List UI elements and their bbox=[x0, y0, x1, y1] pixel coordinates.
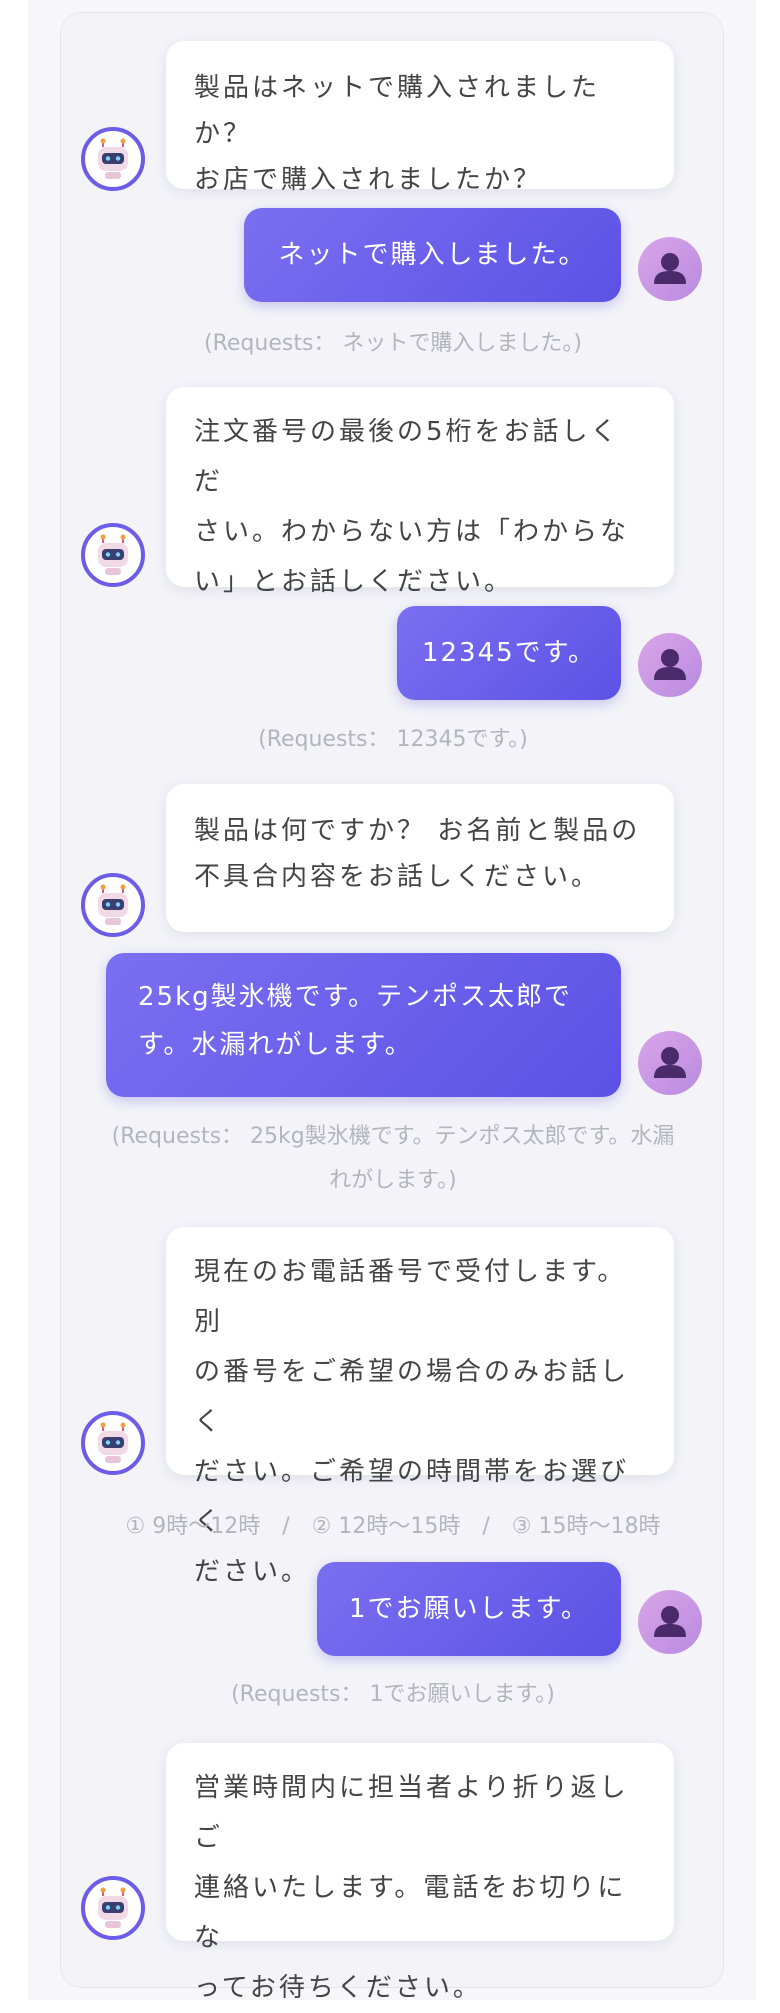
robot-icon bbox=[98, 884, 128, 925]
bot-message-bubble: 現在のお電話番号で受付します。別 の番号をご希望の場合のみお話しく ださい。ご希… bbox=[166, 1227, 674, 1587]
robot-icon bbox=[98, 534, 128, 575]
user-message-bubble: ネットで購入しました。 bbox=[244, 208, 621, 302]
bot-message-bubble: 製品はネットで購入されましたか？ お店で購入されましたか？ bbox=[166, 41, 674, 195]
bot-avatar bbox=[81, 873, 145, 937]
user-message-bubble: 1でお願いします。 bbox=[317, 1562, 621, 1656]
requests-echo: (Requests： ネットで購入しました。) bbox=[204, 331, 582, 356]
requests-echo: (Requests： 1でお願いします。) bbox=[231, 1682, 555, 1707]
person-icon bbox=[654, 1047, 686, 1078]
chat-panel[interactable]: 製品はネットで購入されましたか？ お店で購入されましたか？ ネットで購入しました… bbox=[60, 12, 724, 2003]
user-avatar bbox=[638, 633, 702, 697]
bot-avatar bbox=[81, 1876, 145, 1940]
person-icon bbox=[654, 1606, 686, 1637]
user-avatar bbox=[638, 237, 702, 301]
person-icon bbox=[654, 253, 686, 284]
robot-icon bbox=[98, 1422, 128, 1463]
requests-echo: (Requests： 25kg製氷機です。テンポス太郎です。水漏 れがします。) bbox=[111, 1124, 675, 1193]
bot-avatar bbox=[81, 127, 145, 191]
bot-message-bubble: 製品は何ですか？ お名前と製品の 不具合内容をお話しください。 bbox=[166, 784, 674, 932]
user-avatar bbox=[638, 1031, 702, 1095]
person-icon bbox=[654, 649, 686, 680]
user-message-bubble: 12345です。 bbox=[397, 606, 621, 700]
bot-message-bubble: 営業時間内に担当者より折り返しご 連絡いたします。電話をお切りにな ってお待ちく… bbox=[166, 1743, 674, 2003]
robot-icon bbox=[98, 138, 128, 179]
bot-avatar bbox=[81, 523, 145, 587]
bot-avatar bbox=[81, 1411, 145, 1475]
user-avatar bbox=[638, 1590, 702, 1654]
robot-icon bbox=[98, 1887, 128, 1928]
time-slot-options: ① 9時〜12時 / ② 12時〜15時 / ③ 15時〜18時 bbox=[125, 1514, 661, 1539]
user-message-bubble: 25kg製氷機です。テンポス太郎で す。水漏れがします。 bbox=[106, 953, 621, 1097]
requests-echo: (Requests： 12345です。) bbox=[258, 727, 528, 752]
bot-message-bubble: 注文番号の最後の5桁をお話しくだ さい。わからない方は「わからな い」とお話しく… bbox=[166, 387, 674, 597]
